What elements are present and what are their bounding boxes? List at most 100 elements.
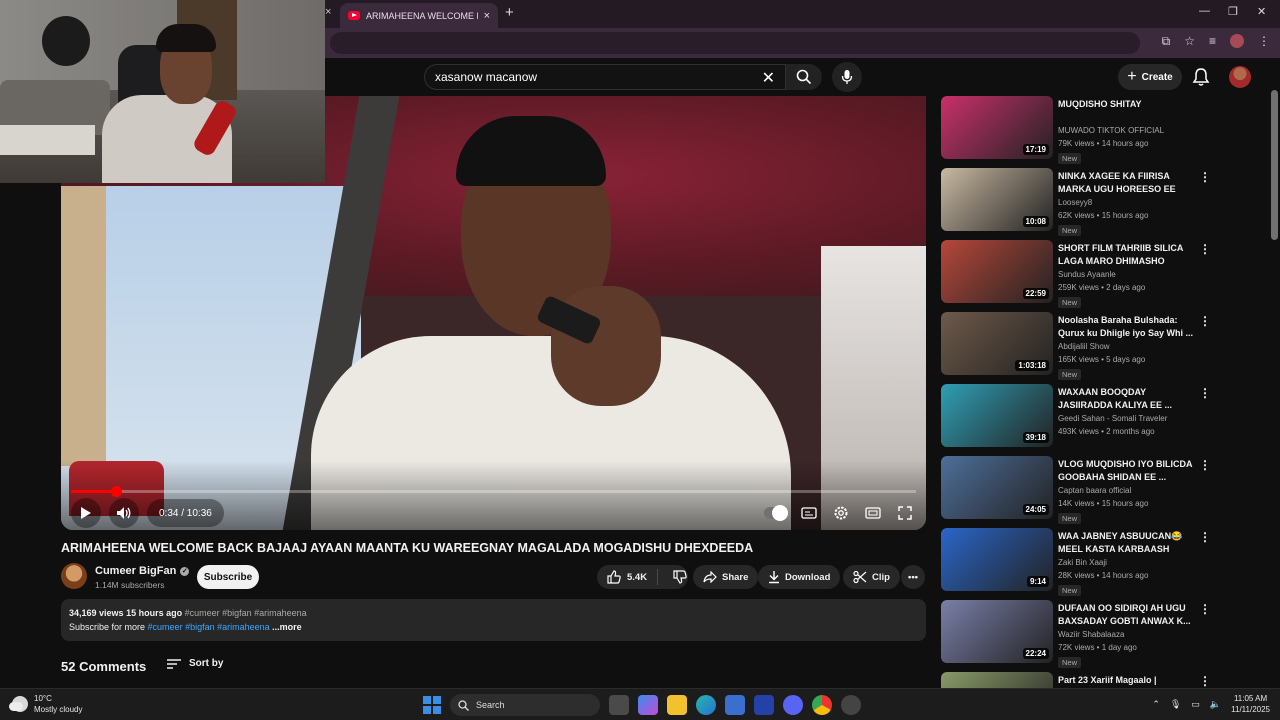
recommended-channel-name[interactable]: Zaki Bin Xaaji [1058, 558, 1107, 567]
app-l-icon[interactable] [754, 695, 774, 715]
video-thumbnail[interactable]: 17:19 [941, 96, 1053, 159]
video-thumbnail[interactable]: 24:05 [941, 456, 1053, 519]
recommended-video-title[interactable]: VLOG MUQDISHO IYO BILICDA GOOBAHA SHIDAN… [1058, 458, 1194, 484]
recommended-video-title[interactable]: SHORT FILM TAHRIIB SILICA LAGA MARO DHIM… [1058, 242, 1194, 268]
recommended-video-title[interactable]: NINKA XAGEE KA FIIRISA MARKA UGU HOREESO… [1058, 170, 1194, 196]
recommended-channel-name[interactable]: MUWADO TIKTOK OFFICIAL [1058, 126, 1164, 135]
search-input[interactable]: xasanow macanow ✕ [424, 64, 786, 90]
more-options-icon[interactable]: ⋮ [1199, 458, 1211, 472]
video-thumbnail[interactable]: 22:24 [941, 600, 1053, 663]
more-options-icon[interactable]: ⋮ [1199, 242, 1211, 256]
more-options-icon[interactable]: ⋮ [1199, 674, 1211, 688]
task-view-icon[interactable] [609, 695, 629, 715]
more-options-icon[interactable]: ⋮ [1199, 314, 1211, 328]
new-tab-button[interactable]: + [505, 4, 514, 21]
recommended-video-title[interactable]: MUQDISHO SHITAY [1058, 98, 1194, 111]
reading-list-icon[interactable]: ≡ [1209, 34, 1216, 49]
display-tray-icon[interactable]: ▭ [1191, 699, 1200, 710]
page-scrollbar[interactable] [1271, 90, 1278, 240]
weather-widget[interactable]: 10°C Mostly cloudy [9, 693, 82, 715]
more-actions-button[interactable]: ••• [901, 565, 925, 589]
recommended-video[interactable]: 9:14 WAA JABNEY ASBUUCAN😂 MEEL KASTA KARB… [941, 528, 1231, 596]
close-window-button[interactable]: ✕ [1257, 5, 1266, 18]
search-button[interactable] [786, 64, 822, 90]
browser-profile-avatar[interactable] [1230, 34, 1244, 48]
sort-by-button[interactable]: Sort by [167, 658, 223, 669]
speaker-tray-icon[interactable]: 🔈 [1210, 699, 1221, 710]
video-thumbnail[interactable]: 39:18 [941, 384, 1053, 447]
fullscreen-icon[interactable] [896, 504, 914, 522]
edge-browser-icon[interactable] [696, 695, 716, 715]
play-button[interactable] [71, 498, 101, 528]
more-options-icon[interactable]: ⋮ [1199, 386, 1211, 400]
recommended-video[interactable]: 24:05 VLOG MUQDISHO IYO BILICDA GOOBAHA S… [941, 456, 1231, 524]
restore-button[interactable]: ❐ [1228, 5, 1238, 18]
recommended-channel-name[interactable]: Sundus Ayaanle [1058, 270, 1116, 279]
video-thumbnail[interactable]: 1:03:18 [941, 312, 1053, 375]
show-hidden-icons-icon[interactable]: ⌃ [1152, 699, 1160, 710]
browser-tab-active[interactable]: ARIMAHEENA WELCOME BACK × [340, 3, 498, 28]
close-previous-tab-icon[interactable]: × [325, 6, 331, 18]
create-button[interactable]: + Create [1118, 64, 1182, 90]
recommended-channel-name[interactable]: Captan baara official [1058, 486, 1131, 495]
channel-name-row[interactable]: Cumeer BigFan ✓ [95, 565, 190, 577]
more-options-icon[interactable]: ⋮ [1199, 530, 1211, 544]
recommended-video[interactable]: 22:24 DUFAAN OO SIDIRQI AH UGU BAXSADAY G… [941, 600, 1231, 668]
omnibox[interactable] [330, 32, 1140, 54]
video-thumbnail[interactable] [941, 672, 1053, 688]
hashtag-links[interactable]: #cumeer #bigfan #arimaheena [148, 622, 270, 632]
recommended-video[interactable]: 17:19 MUQDISHO SHITAY MUWADO TIKTOK OFFICI… [941, 96, 1231, 164]
seek-bar-scrubber[interactable] [110, 486, 122, 497]
channel-avatar[interactable] [61, 563, 87, 589]
recommended-video[interactable]: Part 23 Xariif Magaalo | Qaaraan & Qaraa… [941, 672, 1231, 688]
more-options-icon[interactable]: ⋮ [1199, 602, 1211, 616]
autoplay-toggle[interactable] [764, 505, 788, 521]
recommended-channel-name[interactable]: Waziir Shabalaaza [1058, 630, 1124, 639]
clock[interactable]: 11:05 AM 11/11/2025 [1231, 693, 1270, 715]
seek-bar[interactable] [71, 486, 916, 497]
download-button[interactable]: Download [758, 565, 841, 589]
dislike-button[interactable] [663, 570, 697, 584]
discord-icon[interactable] [783, 695, 803, 715]
video-thumbnail[interactable]: 10:08 [941, 168, 1053, 231]
theater-mode-icon[interactable] [864, 504, 882, 522]
install-app-icon[interactable]: ⧉ [1162, 34, 1171, 49]
subtitles-icon[interactable] [800, 504, 818, 522]
description-box[interactable]: 34,169 views 15 hours ago #cumeer #bigfa… [61, 599, 926, 641]
recommended-video[interactable]: 39:18 WAXAAN BOOQDAY JASIIRADDA KALIYA EE… [941, 384, 1231, 452]
microsoft-store-icon[interactable] [725, 695, 745, 715]
mute-button[interactable] [109, 498, 139, 528]
recommended-video-title[interactable]: Part 23 Xariif Magaalo | Qaaraan & Qaraa… [1058, 674, 1194, 688]
recommended-video-title[interactable]: DUFAAN OO SIDIRQI AH UGU BAXSADAY GOBTI … [1058, 602, 1194, 628]
tab-close-icon[interactable]: × [484, 10, 490, 22]
obs-icon[interactable] [841, 695, 861, 715]
like-button[interactable]: 5.4K [597, 569, 659, 585]
recommended-video[interactable]: 10:08 NINKA XAGEE KA FIIRISA MARKA UGU HO… [941, 168, 1231, 236]
bookmark-star-icon[interactable]: ☆ [1184, 34, 1195, 49]
recommended-channel-name[interactable]: Geedi Sahan - Somali Traveler [1058, 414, 1167, 423]
file-explorer-icon[interactable] [667, 695, 687, 715]
recommended-video-title[interactable]: WAXAAN BOOQDAY JASIIRADDA KALIYA EE ... [1058, 386, 1194, 412]
recommended-channel-name[interactable]: Looseyy8 [1058, 198, 1092, 207]
taskbar-search[interactable]: Search [450, 694, 600, 716]
profile-avatar[interactable] [1229, 66, 1251, 88]
video-thumbnail[interactable]: 9:14 [941, 528, 1053, 591]
voice-search-button[interactable] [832, 62, 862, 92]
chrome-icon[interactable] [812, 695, 832, 715]
copilot-icon[interactable] [638, 695, 658, 715]
recommended-video[interactable]: 22:59 SHORT FILM TAHRIIB SILICA LAGA MARO… [941, 240, 1231, 308]
video-thumbnail[interactable]: 22:59 [941, 240, 1053, 303]
clear-search-icon[interactable]: ✕ [762, 68, 775, 88]
recommended-video-title[interactable]: WAA JABNEY ASBUUCAN😂 MEEL KASTA KARBAASH… [1058, 530, 1194, 556]
show-more-link[interactable]: ...more [272, 622, 302, 632]
recommended-video[interactable]: 1:03:18 Noolasha Baraha Bulshada: Qurux k… [941, 312, 1231, 380]
settings-gear-icon[interactable] [832, 504, 850, 522]
recommended-video-title[interactable]: Noolasha Baraha Bulshada: Qurux ku Dhiig… [1058, 314, 1194, 340]
more-options-icon[interactable]: ⋮ [1199, 170, 1211, 184]
notifications-bell-icon[interactable] [1192, 67, 1210, 87]
share-button[interactable]: Share [693, 565, 759, 589]
subscribe-button[interactable]: Subscribe [197, 565, 259, 589]
clip-button[interactable]: Clip [843, 565, 900, 589]
browser-menu-icon[interactable]: ⋮ [1258, 34, 1270, 49]
minimize-button[interactable]: — [1199, 5, 1210, 17]
